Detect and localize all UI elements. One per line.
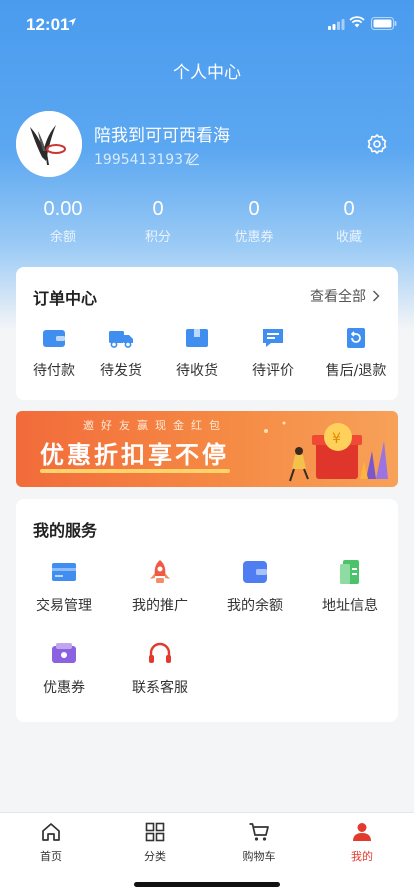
- tab-profile[interactable]: 我的: [327, 821, 397, 864]
- service-address[interactable]: 地址信息: [302, 559, 398, 615]
- settings-gear-icon[interactable]: [366, 133, 388, 155]
- stat-label: 余额: [49, 230, 76, 245]
- truck-icon: [109, 331, 133, 348]
- document-icon: [340, 560, 359, 584]
- order-label: 待付款: [33, 363, 75, 379]
- edit-icon[interactable]: [187, 152, 201, 166]
- home-icon: [42, 823, 60, 841]
- status-bar: 12:01: [0, 0, 414, 48]
- stat-value: 0: [343, 198, 355, 220]
- package-icon: [186, 329, 208, 347]
- stat-coupons[interactable]: 0 优惠券: [214, 196, 294, 248]
- banner-title: 优惠折扣享不停: [40, 441, 229, 469]
- tab-label: 购物车: [242, 850, 276, 863]
- battery-icon: [371, 17, 397, 30]
- stat-label: 积分: [144, 230, 171, 245]
- stat-value: 0.00: [43, 198, 83, 220]
- service-label: 我的推广: [132, 598, 188, 614]
- status-time: 12:01: [26, 15, 70, 34]
- view-all-label: 查看全部: [310, 289, 366, 305]
- avatar[interactable]: [16, 111, 82, 177]
- stat-points[interactable]: 0 积分: [118, 196, 198, 248]
- page-title: 个人中心: [173, 63, 241, 83]
- refund-icon: [347, 328, 365, 348]
- signal-icon: [328, 19, 345, 30]
- rocket-icon: [150, 560, 170, 583]
- tab-categories[interactable]: 分类: [120, 821, 190, 864]
- home-indicator: [134, 882, 280, 887]
- location-arrow-icon: [68, 18, 76, 26]
- card-icon: [52, 563, 76, 581]
- order-label: 待发货: [100, 363, 142, 379]
- order-pending-review[interactable]: 待评价: [235, 327, 311, 380]
- stat-label: 优惠券: [234, 230, 274, 245]
- service-label: 我的余额: [227, 598, 283, 614]
- order-center-card: 订单中心 查看全部 待付款 待发货 待收货 待评价 售后/退款: [16, 267, 398, 400]
- headset-icon: [149, 642, 171, 663]
- banner-subtitle: 邀好友赢现金红包: [83, 419, 227, 432]
- avatar-bird-image: [16, 111, 82, 177]
- order-center-title: 订单中心: [33, 289, 98, 308]
- svg-text:¥: ¥: [332, 431, 341, 447]
- my-services-card: 我的服务 交易管理 我的推广 我的余额 地址信息 优惠券 联系客服: [16, 499, 398, 722]
- view-all-orders-link[interactable]: 查看全部: [310, 286, 380, 306]
- coupon-icon: [52, 643, 76, 663]
- stat-value: 0: [248, 198, 260, 220]
- service-label: 优惠券: [43, 680, 85, 696]
- service-label: 联系客服: [132, 680, 188, 696]
- order-label: 售后/退款: [325, 363, 387, 379]
- user-phone: 19954131937: [94, 152, 192, 168]
- wallet-icon: [243, 561, 267, 583]
- promo-banner[interactable]: ¥ 邀好友赢现金红包 优惠折扣享不停: [16, 411, 398, 487]
- user-icon: [353, 823, 371, 841]
- service-promotion[interactable]: 我的推广: [112, 559, 208, 615]
- stats-row: 0.00 余额 0 积分 0 优惠券 0 收藏: [0, 196, 414, 256]
- comment-icon: [263, 329, 283, 347]
- order-label: 待收货: [176, 363, 218, 379]
- order-pending-shipment[interactable]: 待发货: [83, 327, 159, 380]
- service-balance[interactable]: 我的余额: [207, 559, 303, 615]
- tab-label: 首页: [40, 850, 62, 863]
- stat-label: 收藏: [335, 230, 362, 245]
- stat-value: 0: [152, 198, 164, 220]
- grid-icon: [145, 822, 165, 842]
- tab-label: 我的: [351, 850, 373, 863]
- order-after-sales[interactable]: 售后/退款: [318, 327, 394, 380]
- wifi-icon: [349, 16, 365, 28]
- chevron-right-icon: [373, 290, 380, 302]
- order-pending-receipt[interactable]: 待收货: [159, 327, 235, 380]
- my-services-title: 我的服务: [33, 521, 98, 540]
- service-transactions[interactable]: 交易管理: [16, 559, 112, 615]
- tab-label: 分类: [144, 850, 166, 863]
- cart-icon: [249, 823, 269, 841]
- service-coupons[interactable]: 优惠券: [16, 641, 112, 697]
- tab-home[interactable]: 首页: [16, 821, 86, 864]
- stat-balance[interactable]: 0.00 余额: [23, 196, 103, 248]
- order-pending-payment[interactable]: 待付款: [16, 327, 92, 380]
- order-label: 待评价: [252, 363, 294, 379]
- banner-underline: [40, 469, 230, 473]
- tab-cart[interactable]: 购物车: [224, 821, 294, 864]
- stat-favorites[interactable]: 0 收藏: [309, 196, 389, 248]
- wallet-icon: [43, 330, 65, 347]
- user-name: 陪我到可可西看海: [94, 126, 230, 146]
- service-label: 交易管理: [36, 598, 92, 614]
- service-customer-support[interactable]: 联系客服: [112, 641, 208, 697]
- service-label: 地址信息: [322, 598, 378, 614]
